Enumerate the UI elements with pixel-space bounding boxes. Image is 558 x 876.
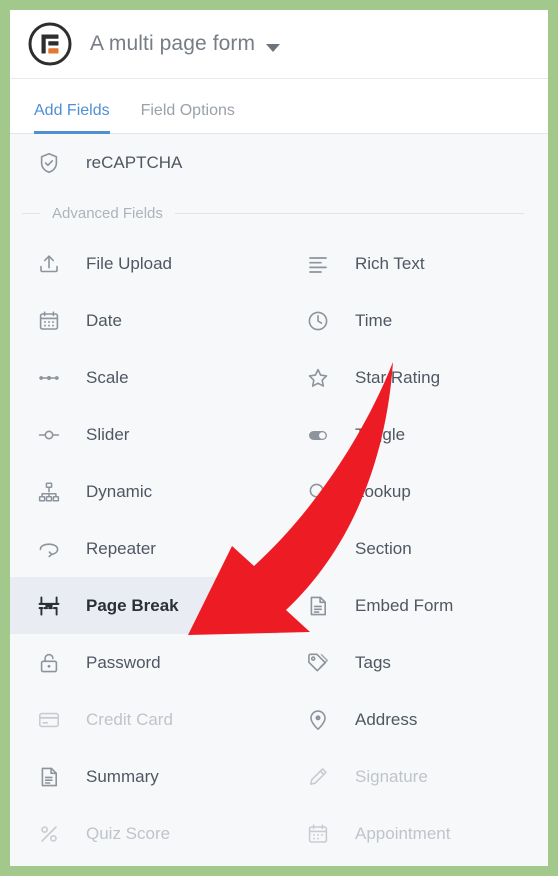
field-label: Signature bbox=[355, 766, 428, 786]
section-divider-advanced-fields: Advanced Fields bbox=[10, 191, 548, 235]
field-row: Password Tags bbox=[10, 634, 548, 691]
app-window: A multi page form Add Fields Field Optio… bbox=[10, 10, 548, 866]
field-row: File Upload Rich Text bbox=[10, 235, 548, 292]
field-item-toggle[interactable]: Toggle bbox=[279, 406, 548, 463]
shield-check-icon bbox=[34, 148, 64, 178]
field-label: Address bbox=[355, 709, 418, 729]
page-title: A multi page form bbox=[90, 32, 256, 55]
field-item-date[interactable]: Date bbox=[10, 292, 279, 349]
svg-text:H: H bbox=[311, 540, 324, 560]
field-item-scale[interactable]: Scale bbox=[10, 349, 279, 406]
tab-bar: Add Fields Field Options bbox=[10, 79, 548, 134]
toggle-icon bbox=[303, 420, 333, 450]
lookup-icon bbox=[303, 477, 333, 507]
field-item-password[interactable]: Password bbox=[10, 634, 279, 691]
field-row: Scale Star Rating bbox=[10, 349, 548, 406]
fields-panel: reCAPTCHA Advanced Fields File Upload Ri… bbox=[10, 134, 548, 865]
field-label: Slider bbox=[86, 424, 130, 444]
sitemap-icon bbox=[34, 477, 64, 507]
field-item-tags[interactable]: Tags bbox=[279, 634, 548, 691]
field-row: Credit Card Address bbox=[10, 691, 548, 748]
percent-icon bbox=[34, 819, 64, 849]
rich-text-icon bbox=[303, 249, 333, 279]
field-row: Quiz Score Appointment bbox=[10, 805, 548, 862]
tab-field-options[interactable]: Field Options bbox=[141, 102, 235, 133]
pencil-icon bbox=[303, 762, 333, 792]
page-break-icon bbox=[34, 591, 64, 621]
field-label: Repeater bbox=[86, 538, 156, 558]
tab-add-fields[interactable]: Add Fields bbox=[34, 102, 110, 134]
field-item-signature[interactable]: Signature bbox=[279, 748, 548, 805]
field-item-dynamic[interactable]: Dynamic bbox=[10, 463, 279, 520]
field-row: Page Break Embed Form bbox=[10, 577, 548, 634]
field-label: Scale bbox=[86, 367, 129, 387]
divider-line-right bbox=[174, 212, 524, 214]
field-item-embed-form[interactable]: Embed Form bbox=[279, 577, 548, 634]
lock-icon bbox=[34, 648, 64, 678]
field-label: Tags bbox=[355, 652, 391, 672]
field-item-slider[interactable]: Slider bbox=[10, 406, 279, 463]
field-label: Password bbox=[86, 652, 161, 672]
field-row: Dynamic Lookup bbox=[10, 463, 548, 520]
field-row: Repeater H Section bbox=[10, 520, 548, 577]
divider-line-left bbox=[22, 212, 40, 214]
field-item-section[interactable]: H Section bbox=[279, 520, 548, 577]
map-pin-icon bbox=[303, 705, 333, 735]
field-label: Date bbox=[86, 310, 122, 330]
field-item-lookup[interactable]: Lookup bbox=[279, 463, 548, 520]
credit-card-icon bbox=[34, 705, 64, 735]
field-row: Slider Toggle bbox=[10, 406, 548, 463]
field-label: Toggle bbox=[355, 424, 406, 444]
field-label: Appointment bbox=[355, 823, 451, 843]
field-item-star-rating[interactable]: Star Rating bbox=[279, 349, 548, 406]
field-label: Embed Form bbox=[355, 595, 454, 615]
repeat-icon bbox=[34, 534, 64, 564]
field-label: Star Rating bbox=[355, 367, 441, 387]
field-label: Credit Card bbox=[86, 709, 173, 729]
field-item-recaptcha[interactable]: reCAPTCHA bbox=[10, 134, 548, 191]
wpforms-logo-icon bbox=[27, 21, 73, 67]
clock-icon bbox=[303, 306, 333, 336]
field-label: Rich Text bbox=[355, 253, 425, 273]
field-item-appointment[interactable]: Appointment bbox=[279, 805, 548, 862]
field-item-file-upload[interactable]: File Upload bbox=[10, 235, 279, 292]
field-label: Summary bbox=[86, 766, 159, 786]
calendar-icon bbox=[34, 306, 64, 336]
chevron-down-icon[interactable] bbox=[266, 44, 281, 52]
scale-icon bbox=[34, 363, 64, 393]
heading-h-icon: H bbox=[303, 534, 333, 564]
field-label: reCAPTCHA bbox=[86, 152, 183, 172]
embed-form-icon bbox=[303, 591, 333, 621]
field-item-address[interactable]: Address bbox=[279, 691, 548, 748]
field-item-quiz-score[interactable]: Quiz Score bbox=[10, 805, 279, 862]
field-label: Quiz Score bbox=[86, 823, 171, 843]
field-item-page-break[interactable]: Page Break bbox=[10, 577, 279, 634]
star-icon bbox=[303, 363, 333, 393]
calendar-appointment-icon bbox=[303, 819, 333, 849]
field-item-time[interactable]: Time bbox=[279, 292, 548, 349]
field-item-credit-card[interactable]: Credit Card bbox=[10, 691, 279, 748]
slider-icon bbox=[34, 420, 64, 450]
field-row: Date Time bbox=[10, 292, 548, 349]
app-header: A multi page form bbox=[10, 10, 548, 79]
field-label: Page Break bbox=[86, 595, 179, 615]
field-label: Dynamic bbox=[86, 481, 153, 501]
field-item-repeater[interactable]: Repeater bbox=[10, 520, 279, 577]
field-row: reCAPTCHA bbox=[10, 134, 548, 191]
field-item-rich-text[interactable]: Rich Text bbox=[279, 235, 548, 292]
summary-doc-icon bbox=[34, 762, 64, 792]
field-item-summary[interactable]: Summary bbox=[10, 748, 279, 805]
upload-icon bbox=[34, 249, 64, 279]
field-label: Time bbox=[355, 310, 393, 330]
field-label: Lookup bbox=[355, 481, 411, 501]
tags-icon bbox=[303, 648, 333, 678]
section-divider-label: Advanced Fields bbox=[52, 204, 163, 222]
field-label: File Upload bbox=[86, 253, 172, 273]
field-label: Section bbox=[355, 538, 412, 558]
field-row: Summary Signature bbox=[10, 748, 548, 805]
